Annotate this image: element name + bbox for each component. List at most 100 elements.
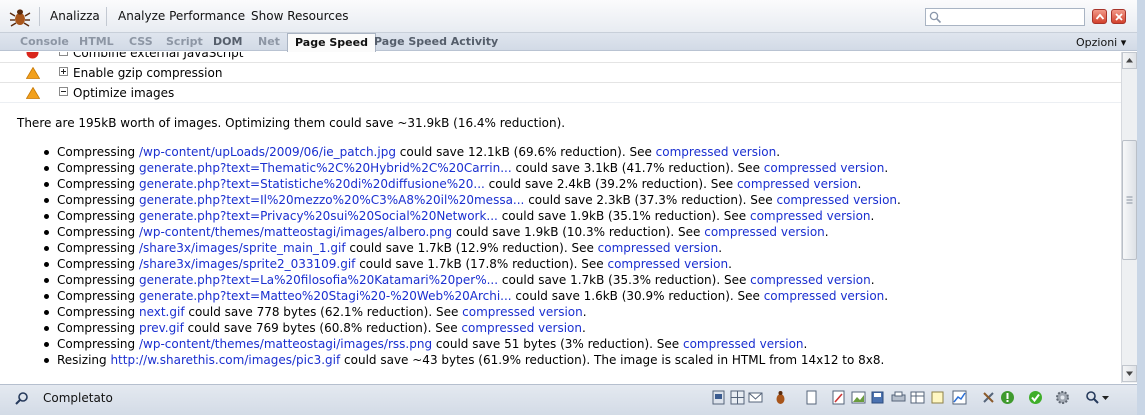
tools-icon[interactable] <box>981 390 996 405</box>
item-text: Compressing <box>57 177 139 191</box>
compressed-version-link[interactable]: compressed version <box>776 193 897 207</box>
arrow-up-icon <box>1126 58 1133 63</box>
chart-icon[interactable] <box>952 390 967 405</box>
firebug-icon[interactable] <box>773 390 788 405</box>
grid-icon[interactable] <box>730 390 745 405</box>
document-icon[interactable] <box>804 390 819 405</box>
vertical-scrollbar[interactable] <box>1121 52 1137 383</box>
search-icon[interactable] <box>15 391 29 405</box>
scroll-thumb[interactable] <box>1122 140 1137 260</box>
print-icon[interactable] <box>891 390 906 405</box>
item-text: could save 51 bytes (3% reduction). See <box>432 337 683 351</box>
analyze-button[interactable]: Analizza <box>50 9 100 23</box>
tab-script[interactable]: Script <box>166 35 203 48</box>
item-text: . <box>897 193 901 207</box>
compressed-version-link[interactable]: compressed version <box>683 337 804 351</box>
resource-link[interactable]: /wp-content/themes/matteostagi/images/al… <box>139 225 452 239</box>
item-text: . <box>857 177 862 191</box>
item-text: Compressing <box>57 273 139 287</box>
compressed-version-link[interactable]: compressed version <box>461 321 582 335</box>
item-text: could save 1.7kB (17.8% reduction). See <box>355 257 608 271</box>
tab-html[interactable]: HTML <box>79 35 114 48</box>
resource-link[interactable]: generate.php?text=La%20filosofia%20Katam… <box>139 273 498 287</box>
firebug-toolbar: Analizza Analyze Performance Show Resour… <box>0 0 1145 33</box>
compressed-version-link[interactable]: compressed version <box>750 209 871 223</box>
resource-link[interactable]: /share3x/images/sprite_main_1.gif <box>139 241 346 255</box>
gear-icon[interactable] <box>1055 390 1070 405</box>
close-panel-button[interactable] <box>1111 9 1126 24</box>
resource-link[interactable]: prev.gif <box>139 321 184 335</box>
image-suggestions-list: Compressing /wp-content/upLoads/2009/06/… <box>44 144 901 368</box>
tab-net[interactable]: Net <box>258 35 280 48</box>
zoom-icon[interactable] <box>1085 390 1100 405</box>
item-text: . <box>870 273 875 287</box>
search-input[interactable] <box>925 8 1085 26</box>
compressed-version-link[interactable]: compressed version <box>462 305 583 319</box>
chevron-down-icon[interactable] <box>1101 390 1116 405</box>
item-text: Compressing <box>57 241 139 255</box>
item-text: could save 1.9kB (35.1% reduction). See <box>497 209 750 223</box>
scroll-down-button[interactable] <box>1122 365 1137 382</box>
list-item: Compressing /share3x/images/sprite2_0331… <box>44 256 901 272</box>
tab-page-speed[interactable]: Page Speed <box>287 33 376 52</box>
mail-icon[interactable] <box>748 390 763 405</box>
scroll-up-button[interactable] <box>1122 52 1137 69</box>
pencil-icon[interactable] <box>831 390 846 405</box>
tab-page-speed-activity[interactable]: Page Speed Activity <box>374 35 498 48</box>
tab-console[interactable]: Console <box>20 35 69 48</box>
list-item: Compressing generate.php?text=Thematic%2… <box>44 160 901 176</box>
page-icon[interactable] <box>711 390 726 405</box>
toolbar-separator <box>39 7 40 26</box>
analyze-performance-button[interactable]: Analyze Performance <box>118 9 245 23</box>
toolbar-separator <box>106 7 107 26</box>
yslow-icon[interactable] <box>1000 390 1015 405</box>
collapse-toggle[interactable] <box>59 87 68 96</box>
error-icon <box>26 52 39 59</box>
compressed-version-link[interactable]: compressed version <box>737 177 858 191</box>
compressed-version-link[interactable]: compressed version <box>764 289 885 303</box>
resource-link[interactable]: generate.php?text=Il%20mezzo%20%C3%A8%20… <box>139 193 524 207</box>
compressed-version-link[interactable]: compressed version <box>764 161 885 175</box>
item-text: could save 3.1kB (41.7% reduction). See <box>511 161 764 175</box>
tab-css[interactable]: CSS <box>129 35 153 48</box>
resource-link[interactable]: generate.php?text=Matteo%20Stagi%20-%20W… <box>139 289 512 303</box>
table-icon[interactable] <box>910 390 925 405</box>
image-icon[interactable] <box>851 390 866 405</box>
item-text: could save 1.7kB (35.3% reduction). See <box>498 273 751 287</box>
tab-dom[interactable]: DOM <box>213 35 242 48</box>
close-icon <box>1115 13 1123 21</box>
rule-row-combine-js[interactable]: Combine external JavaScript <box>0 52 1121 63</box>
resource-link[interactable]: /wp-content/upLoads/2009/06/ie_patch.jpg <box>139 145 396 159</box>
expand-toggle[interactable] <box>59 67 68 76</box>
collapse-toggle[interactable] <box>59 52 68 56</box>
item-text: . <box>582 305 587 319</box>
minimize-panel-button[interactable] <box>1092 9 1107 24</box>
item-text: Compressing <box>57 305 139 319</box>
list-item: Compressing /wp-content/themes/matteosta… <box>44 336 901 352</box>
rule-row-gzip[interactable]: Enable gzip compression <box>0 63 1121 83</box>
compressed-version-link[interactable]: compressed version <box>656 145 777 159</box>
resource-link[interactable]: http://w.sharethis.com/images/pic3.gif <box>110 353 340 367</box>
note-icon[interactable] <box>930 390 945 405</box>
resource-link[interactable]: generate.php?text=Privacy%20sui%20Social… <box>139 209 498 223</box>
window-edge <box>1137 0 1145 415</box>
resource-link[interactable]: /wp-content/themes/matteostagi/images/rs… <box>139 337 432 351</box>
search-icon <box>929 11 942 24</box>
compressed-version-link[interactable]: compressed version <box>704 225 825 239</box>
warning-icon <box>26 67 40 79</box>
compressed-version-link[interactable]: compressed version <box>598 241 719 255</box>
compressed-version-link[interactable]: compressed version <box>750 273 871 287</box>
check-icon[interactable] <box>1028 390 1043 405</box>
show-resources-button[interactable]: Show Resources <box>251 9 348 23</box>
resource-link[interactable]: generate.php?text=Statistiche%20di%20dif… <box>139 177 485 191</box>
rule-label: Optimize images <box>73 86 175 100</box>
options-menu[interactable]: Opzioni ▾ <box>1076 36 1126 49</box>
firebug-icon[interactable] <box>9 7 31 27</box>
item-text: . <box>884 161 889 175</box>
save-icon[interactable] <box>870 390 885 405</box>
resource-link[interactable]: generate.php?text=Thematic%2C%20Hybrid%2… <box>139 161 512 175</box>
compressed-version-link[interactable]: compressed version <box>607 257 728 271</box>
resource-link[interactable]: next.gif <box>139 305 185 319</box>
resource-link[interactable]: /share3x/images/sprite2_033109.gif <box>139 257 355 271</box>
rule-row-optimize-images[interactable]: Optimize images <box>0 83 1121 103</box>
